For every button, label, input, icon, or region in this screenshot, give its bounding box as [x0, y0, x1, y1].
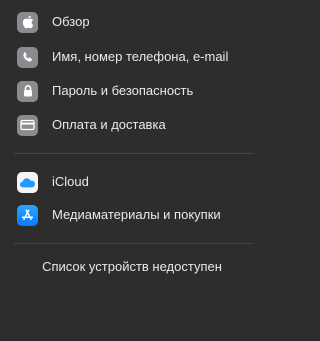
sidebar-item-label: iCloud — [52, 174, 89, 189]
sidebar-item-name-phone-email[interactable]: Имя, номер телефона, e-mail — [0, 42, 264, 72]
sidebar-item-overview[interactable]: Обзор — [0, 7, 264, 37]
apple-logo-icon — [17, 11, 38, 33]
phone-icon — [17, 46, 38, 68]
sidebar-item-label: Медиаматериалы и покупки — [52, 207, 221, 222]
sidebar-item-label: Оплата и доставка — [52, 117, 166, 132]
sidebar-item-icloud[interactable]: iCloud — [0, 167, 264, 197]
sidebar-item-label: Обзор — [52, 14, 90, 29]
icloud-icon — [17, 171, 38, 193]
devices-unavailable-text: Список устройств недоступен — [42, 259, 222, 274]
lock-icon — [17, 80, 38, 102]
section-divider — [14, 243, 253, 244]
sidebar-item-password-security[interactable]: Пароль и безопасность — [0, 76, 264, 106]
section-divider — [14, 153, 253, 154]
sidebar-item-label: Имя, номер телефона, e-mail — [52, 49, 229, 64]
sidebar-item-payment-shipping[interactable]: Оплата и доставка — [0, 110, 264, 140]
app-store-icon — [17, 204, 38, 226]
account-sidebar: Обзор Имя, номер телефона, e-mail Пароль… — [0, 0, 264, 341]
sidebar-item-label: Пароль и безопасность — [52, 83, 194, 98]
credit-card-icon — [17, 114, 38, 136]
sidebar-item-media-purchases[interactable]: Медиаматериалы и покупки — [0, 200, 264, 230]
